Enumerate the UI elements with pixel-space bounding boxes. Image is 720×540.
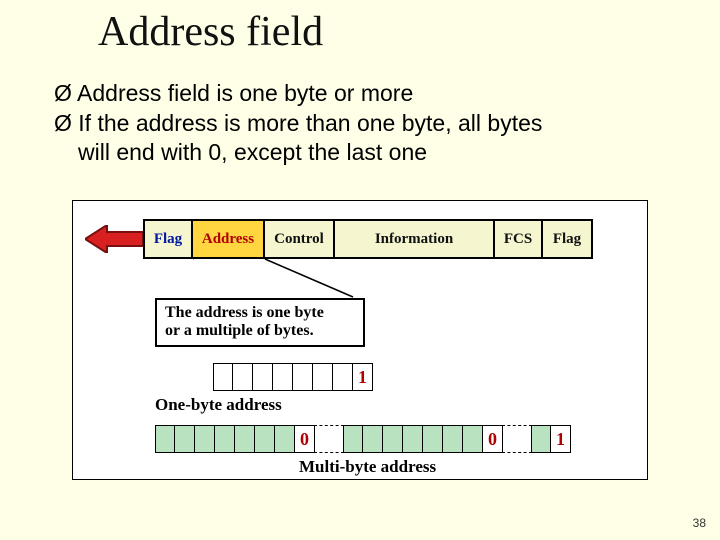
bullet-2-continuation: will end with 0, except the last one <box>78 139 674 167</box>
field-flag: Flag <box>143 219 193 259</box>
bullet-2: Ø If the address is more than one byte, … <box>54 110 674 138</box>
slide-title: Address field <box>98 8 323 56</box>
bullet-1-text: Address field is one byte or more <box>77 80 413 106</box>
bit-cell <box>175 425 195 453</box>
ellipsis-gap-icon <box>314 425 344 453</box>
bit-cell <box>423 425 443 453</box>
bit-cell <box>363 425 383 453</box>
page-number: 38 <box>693 516 706 530</box>
diagram-panel: Flag Address Control Information FCS Fla… <box>72 200 648 480</box>
bit-cell <box>215 425 235 453</box>
bullet-1: Ø Address field is one byte or more <box>54 80 674 108</box>
bit-cell <box>443 425 463 453</box>
bit-cell <box>463 425 483 453</box>
callout-box: The address is one byte or a multiple of… <box>155 298 365 347</box>
bit-cell <box>253 363 273 391</box>
bit-cell <box>275 425 295 453</box>
bit-cell <box>531 425 551 453</box>
bit-cell <box>155 425 175 453</box>
ellipsis-gap-icon <box>502 425 532 453</box>
bit-cell <box>273 363 293 391</box>
callout-line1: The address is one byte <box>165 304 355 322</box>
bit-cell-end-zero: 0 <box>295 425 315 453</box>
field-control: Control <box>265 219 335 259</box>
multi-byte-label: Multi-byte address <box>299 457 436 477</box>
bit-cell <box>403 425 423 453</box>
multi-byte-row: 0 0 1 <box>155 425 571 453</box>
bit-cell <box>213 363 233 391</box>
field-flag-end: Flag <box>543 219 593 259</box>
bit-cell-end: 1 <box>353 363 373 391</box>
field-address: Address <box>193 219 265 259</box>
bullet-list: Ø Address field is one byte or more Ø If… <box>54 80 674 167</box>
bit-cell <box>255 425 275 453</box>
callout-connector-icon <box>193 259 373 299</box>
one-byte-label: One-byte address <box>155 395 282 415</box>
bit-cell <box>293 363 313 391</box>
field-fcs: FCS <box>495 219 543 259</box>
frame-fields-row: Flag Address Control Information FCS Fla… <box>143 219 593 259</box>
one-byte-row: 1 <box>213 363 373 391</box>
left-arrow-icon <box>85 225 143 253</box>
bit-cell <box>195 425 215 453</box>
bit-cell <box>333 363 353 391</box>
bit-cell <box>383 425 403 453</box>
bullet-glyph: Ø <box>54 80 72 106</box>
field-information: Information <box>335 219 495 259</box>
callout-line2: or a multiple of bytes. <box>165 322 355 340</box>
bullet-2-text: If the address is more than one byte, al… <box>78 110 542 136</box>
bit-cell <box>313 363 333 391</box>
bit-cell-end-zero: 0 <box>483 425 503 453</box>
bit-cell <box>235 425 255 453</box>
bit-cell <box>343 425 363 453</box>
bit-cell <box>233 363 253 391</box>
bit-cell-end-one: 1 <box>551 425 571 453</box>
bullet-glyph: Ø <box>54 110 72 136</box>
